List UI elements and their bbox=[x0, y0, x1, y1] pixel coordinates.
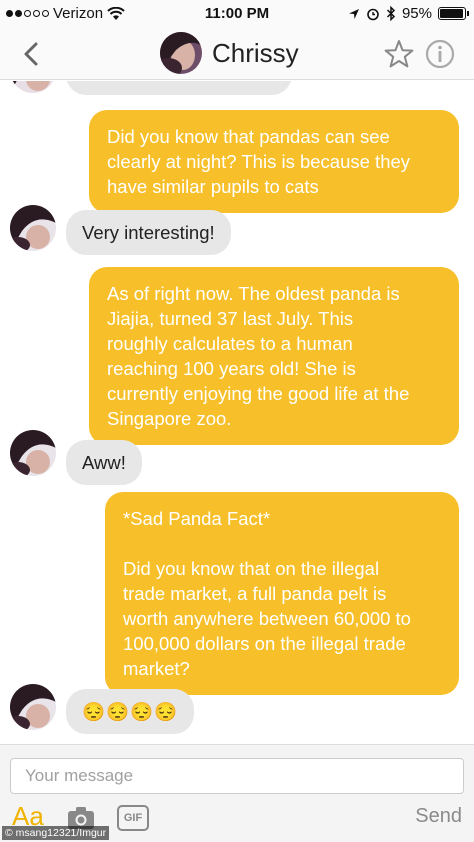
message-line: Jiajia, turned 37 last July. This bbox=[107, 308, 354, 329]
message-thread[interactable]: Did you know that pandas can see clearly… bbox=[0, 81, 474, 743]
send-button[interactable]: Send bbox=[415, 805, 462, 828]
alarm-clock-icon bbox=[367, 8, 379, 20]
message-line: clearly at night? This is because they bbox=[107, 151, 411, 172]
message-line: roughly calculates to a human bbox=[107, 333, 353, 354]
sender-avatar bbox=[10, 81, 56, 93]
outgoing-message: As of right now. The oldest panda is Jia… bbox=[89, 267, 459, 445]
incoming-message: 😔😔😔😔 bbox=[66, 689, 195, 734]
battery-percent: 95% bbox=[401, 5, 432, 22]
info-icon bbox=[425, 39, 455, 69]
conversation-header: Chrissy bbox=[0, 28, 474, 80]
bluetooth-icon bbox=[386, 6, 396, 21]
contact-avatar[interactable] bbox=[160, 32, 202, 74]
status-bar: Verizon 11:00 PM 95% bbox=[0, 0, 474, 28]
incoming-message: Very interesting! bbox=[66, 210, 231, 255]
location-arrow-icon bbox=[348, 8, 359, 19]
favorite-button[interactable] bbox=[382, 37, 416, 71]
back-button[interactable] bbox=[16, 36, 46, 72]
message-line: market? bbox=[123, 658, 190, 679]
message-line: reaching 100 years old! She is bbox=[107, 358, 356, 379]
battery-level-fill bbox=[440, 9, 463, 18]
message-line: *Sad Panda Fact* bbox=[123, 508, 271, 529]
message-line: Did you know that pandas can see bbox=[107, 126, 390, 147]
message-line bbox=[123, 531, 441, 556]
message-line: 100,000 dollars on the illegal trade bbox=[123, 633, 406, 654]
sender-avatar bbox=[10, 684, 56, 730]
sender-avatar bbox=[10, 205, 56, 251]
outgoing-message: Did you know that pandas can see clearly… bbox=[89, 110, 459, 213]
message-line: currently enjoying the good life at the bbox=[107, 383, 410, 404]
message-line: trade market, a full panda pelt is bbox=[123, 583, 387, 604]
message-line: worth anywhere between 60,000 to bbox=[123, 608, 411, 629]
star-icon bbox=[384, 40, 414, 68]
message-input[interactable] bbox=[10, 758, 464, 794]
message-line: Singapore zoo. bbox=[107, 408, 232, 429]
info-button[interactable] bbox=[423, 37, 457, 71]
incoming-message: Aww! bbox=[66, 440, 142, 485]
message-line: Did you know that on the illegal bbox=[123, 558, 380, 579]
image-credit: © msang12321/Imgur bbox=[2, 826, 110, 840]
sender-avatar bbox=[10, 430, 56, 476]
gif-button[interactable]: GIF bbox=[117, 805, 149, 831]
incoming-message bbox=[66, 81, 292, 95]
contact-name[interactable]: Chrissy bbox=[212, 38, 299, 69]
battery-icon bbox=[438, 7, 469, 20]
status-right-group: 95% bbox=[348, 5, 469, 22]
outgoing-message: *Sad Panda Fact* Did you know that on th… bbox=[105, 492, 459, 695]
message-line: As of right now. The oldest panda is bbox=[107, 283, 400, 304]
message-line: have similar pupils to cats bbox=[107, 176, 319, 197]
chevron-left-icon bbox=[24, 42, 38, 66]
